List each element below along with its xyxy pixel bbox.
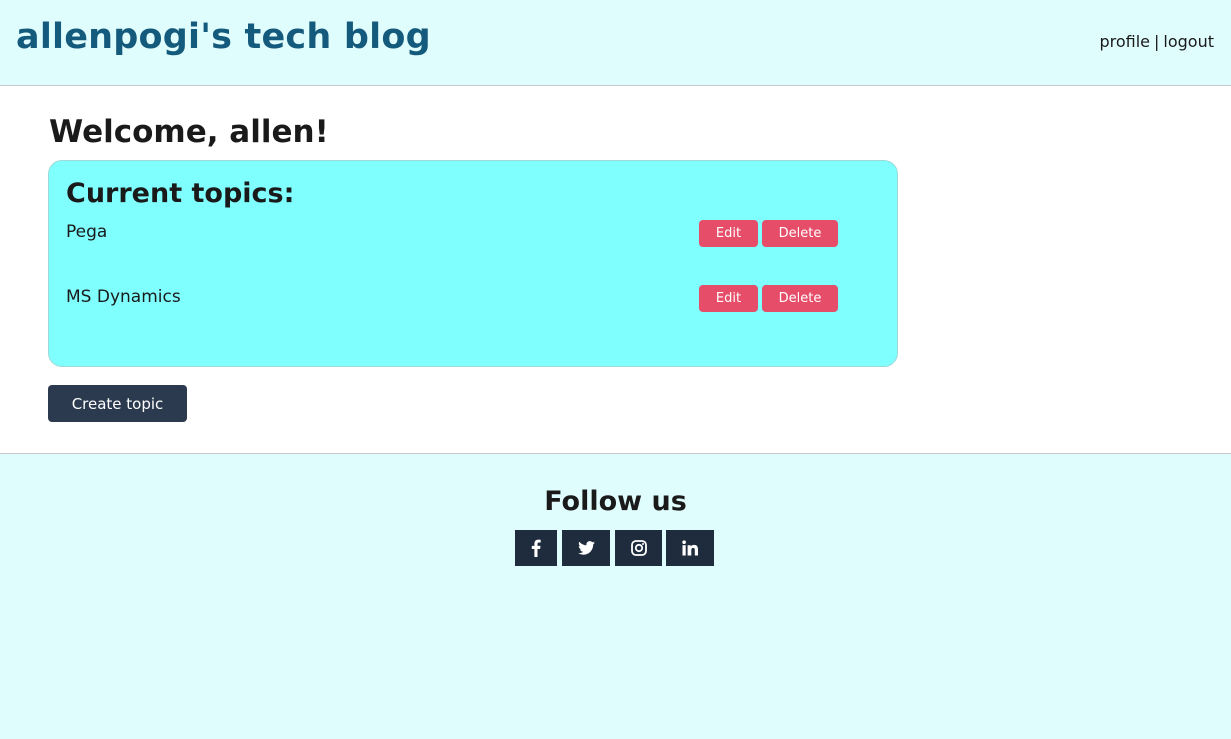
linkedin-icon — [682, 540, 698, 556]
topic-row: MS Dynamics Edit Delete — [66, 285, 846, 313]
site-title[interactable]: allenpogi's tech blog — [16, 17, 431, 57]
facebook-icon — [531, 539, 541, 557]
site-header: allenpogi's tech blog profile | logout — [0, 0, 1231, 86]
twitter-icon — [577, 541, 595, 555]
twitter-link[interactable] — [562, 530, 610, 566]
follow-us-heading: Follow us — [544, 486, 687, 517]
site-footer: Follow us — [0, 455, 1231, 739]
profile-link[interactable]: profile — [1099, 32, 1150, 51]
dashboard-main: Welcome, allen! Current topics: Pega Edi… — [0, 86, 1231, 454]
instagram-link[interactable] — [615, 530, 662, 566]
instagram-icon — [630, 540, 647, 556]
welcome-heading: Welcome, allen! — [49, 114, 329, 150]
create-topic-button[interactable]: Create topic — [48, 385, 187, 422]
topics-card: Current topics: Pega Edit Delete MS Dyna… — [48, 160, 898, 367]
topic-name[interactable]: Pega — [66, 222, 107, 242]
delete-topic-button[interactable]: Delete — [762, 285, 838, 312]
nav-separator: | — [1154, 32, 1160, 51]
edit-topic-button[interactable]: Edit — [699, 220, 758, 247]
topic-name[interactable]: MS Dynamics — [66, 287, 181, 307]
delete-topic-button[interactable]: Delete — [762, 220, 838, 247]
logout-link[interactable]: logout — [1163, 32, 1214, 51]
edit-topic-button[interactable]: Edit — [699, 285, 758, 312]
topic-row: Pega Edit Delete — [66, 220, 846, 248]
facebook-link[interactable] — [515, 530, 557, 566]
topics-heading: Current topics: — [66, 178, 295, 209]
linkedin-link[interactable] — [666, 530, 714, 566]
top-nav: profile | logout — [1099, 32, 1214, 51]
